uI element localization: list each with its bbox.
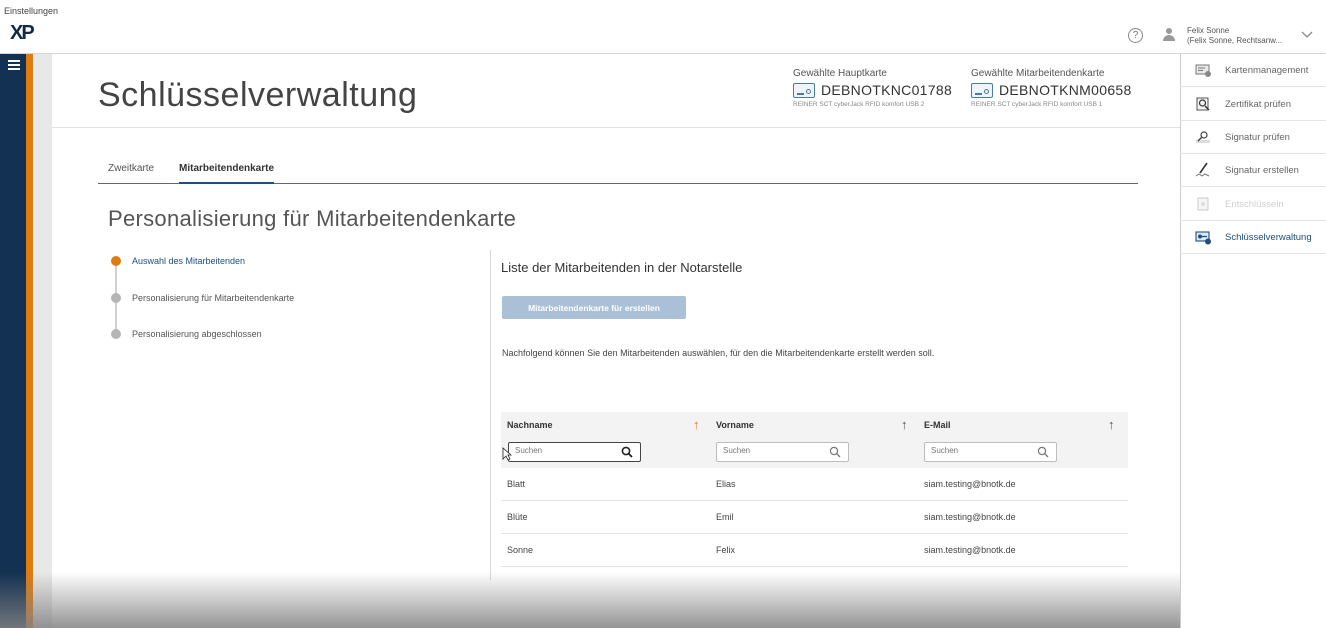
step-dot [111, 329, 121, 339]
app-window: Einstellungen XP ? Felix Sonne (Felix So… [0, 0, 1326, 628]
info-text: Nachfolgend können Sie den Mitarbeitende… [502, 348, 935, 358]
search-icon[interactable] [621, 446, 633, 458]
search-nachname[interactable] [508, 442, 641, 462]
cell-nachname: Blatt [507, 479, 526, 489]
main-card-label: Gewählte Hauptkarte [793, 68, 887, 79]
search-vorname[interactable] [716, 442, 849, 462]
left-rail [0, 54, 26, 628]
sidebar-item-schluesselverwaltung[interactable]: Schlüsselverwaltung [1180, 221, 1326, 254]
main-card-reader: REINER SCT cyberJack RFID komfort USB 2 [793, 101, 925, 108]
bottom-shadow [0, 572, 1180, 628]
card-icon [793, 82, 815, 98]
step-auswahl: Auswahl des Mitarbeitenden [111, 256, 245, 266]
sidebar-item-signatur-pruefen[interactable]: Signatur prüfen [1180, 121, 1326, 154]
table-row[interactable]: Sonne Felix siam.testing@bnotk.de [501, 534, 1128, 567]
column-header-vorname[interactable]: Vorname [716, 420, 754, 430]
main-card-number: DEBNOTKNC01788 [821, 82, 953, 98]
signature-pen-icon [1195, 162, 1210, 177]
employee-table: Nachname ↑ Vorname ↑ E-Mail ↑ Suchen Suc… [501, 412, 1128, 567]
sidebar-item-label: Kartenmanagement [1225, 65, 1309, 76]
search-input-email[interactable] [931, 446, 1016, 455]
sort-arrow-icon[interactable]: ↑ [901, 417, 908, 432]
sidebar-item-zertifikat[interactable]: Zertifikat prüfen [1180, 88, 1326, 121]
cell-nachname: Blüte [507, 512, 528, 522]
signature-check-icon [1196, 131, 1210, 143]
table-header: Nachname ↑ Vorname ↑ E-Mail ↑ [501, 412, 1128, 468]
settings-link[interactable]: Einstellungen [4, 6, 58, 16]
page-title: Schlüsselverwaltung [98, 76, 418, 114]
tab-mitarbeitendenkarte[interactable]: Mitarbeitendenkarte [179, 163, 275, 184]
sidebar-item-entschluesseln[interactable]: Entschlüsseln [1180, 188, 1326, 221]
card-reader-icon [1195, 64, 1211, 77]
step-label: Auswahl des Mitarbeitenden [132, 256, 246, 266]
employee-card-label: Gewählte Mitarbeitendenkarte [971, 68, 1105, 79]
stepper-connector [115, 302, 117, 330]
sidebar-item-label: Entschlüsseln [1225, 199, 1284, 210]
search-icon[interactable] [1037, 446, 1049, 458]
stepper-connector [115, 266, 117, 294]
employee-card-info: Gewählte Mitarbeitendenkarte DEBNOTKNM00… [971, 68, 1132, 108]
employee-card-reader: REINER SCT cyberJack RFID komfort USB 1 [971, 101, 1103, 108]
employee-card-number: DEBNOTKNM00658 [999, 82, 1132, 98]
step-dot [111, 293, 121, 303]
hamburger-menu-icon[interactable] [8, 60, 20, 70]
tab-zweitkarte[interactable]: Zweitkarte [108, 163, 154, 174]
user-name[interactable]: Felix Sonne (Felix Sonne, Rechtsanw... [1187, 26, 1282, 46]
cell-email: siam.testing@bnotk.de [924, 545, 1016, 555]
card-icon [971, 82, 993, 98]
search-icon[interactable] [829, 446, 841, 458]
step-label: Personalisierung abgeschlossen [132, 329, 262, 339]
key-management-icon [1195, 231, 1211, 245]
step-abgeschlossen: Personalisierung abgeschlossen [111, 329, 262, 339]
certificate-icon [1196, 97, 1210, 111]
main-card-info: Gewählte Hauptkarte DEBNOTKNC01788 REINE… [793, 68, 952, 108]
column-header-nachname[interactable]: Nachname [507, 420, 553, 430]
cell-vorname: Elias [716, 479, 736, 489]
search-email[interactable] [924, 442, 1057, 462]
user-name-line: Felix Sonne [1187, 26, 1230, 35]
sidebar-item-label: Signatur prüfen [1225, 132, 1290, 143]
list-title: Liste der Mitarbeitenden in der Notarste… [501, 260, 743, 275]
cell-vorname: Emil [716, 512, 734, 522]
user-icon [1163, 28, 1175, 42]
table-row[interactable]: Blüte Emil siam.testing@bnotk.de [501, 501, 1128, 534]
sort-arrow-icon[interactable]: ↑ [693, 417, 700, 432]
table-row[interactable]: Blatt Elias siam.testing@bnotk.de [501, 468, 1128, 501]
search-input-nachname[interactable] [515, 446, 600, 455]
chevron-down-icon[interactable] [1300, 28, 1314, 42]
rail-accent-stripe [26, 54, 33, 628]
step-label: Personalisierung für Mitarbeitendenkarte [132, 293, 295, 303]
sidebar-item-label: Signatur erstellen [1225, 165, 1299, 176]
sidebar-item-signatur-erstellen[interactable]: Signatur erstellen [1180, 154, 1326, 187]
tab-bar: Zweitkarte Mitarbeitendenkarte [98, 158, 1138, 184]
rail-gutter [33, 54, 52, 628]
sidebar-item-label: Zertifikat prüfen [1225, 99, 1291, 110]
search-input-vorname[interactable] [723, 446, 808, 455]
cell-email: siam.testing@bnotk.de [924, 512, 1016, 522]
step-dot-active [111, 256, 121, 266]
cell-nachname: Sonne [507, 545, 534, 555]
sidebar-item-kartenmanagement[interactable]: Kartenmanagement [1180, 54, 1326, 87]
top-bar: Einstellungen XP ? Felix Sonne (Felix So… [0, 0, 1326, 54]
decrypt-icon [1197, 197, 1209, 211]
app-logo: XP [10, 22, 35, 44]
cell-vorname: Felix [716, 545, 736, 555]
user-role-line: (Felix Sonne, Rechtsanw... [1187, 36, 1283, 45]
create-card-button[interactable]: Mitarbeitendenkarte für erstellen [502, 296, 686, 319]
mouse-cursor-icon [502, 447, 512, 461]
step-personalisierung: Personalisierung für Mitarbeitendenkarte [111, 293, 294, 303]
help-icon[interactable]: ? [1128, 28, 1143, 43]
sort-arrow-icon[interactable]: ↑ [1108, 417, 1115, 432]
cell-email: siam.testing@bnotk.de [924, 479, 1016, 489]
section-title: Personalisierung für Mitarbeitendenkarte [108, 206, 517, 231]
column-header-email[interactable]: E-Mail [924, 420, 951, 430]
sidebar-item-label: Schlüsselverwaltung [1225, 232, 1312, 243]
